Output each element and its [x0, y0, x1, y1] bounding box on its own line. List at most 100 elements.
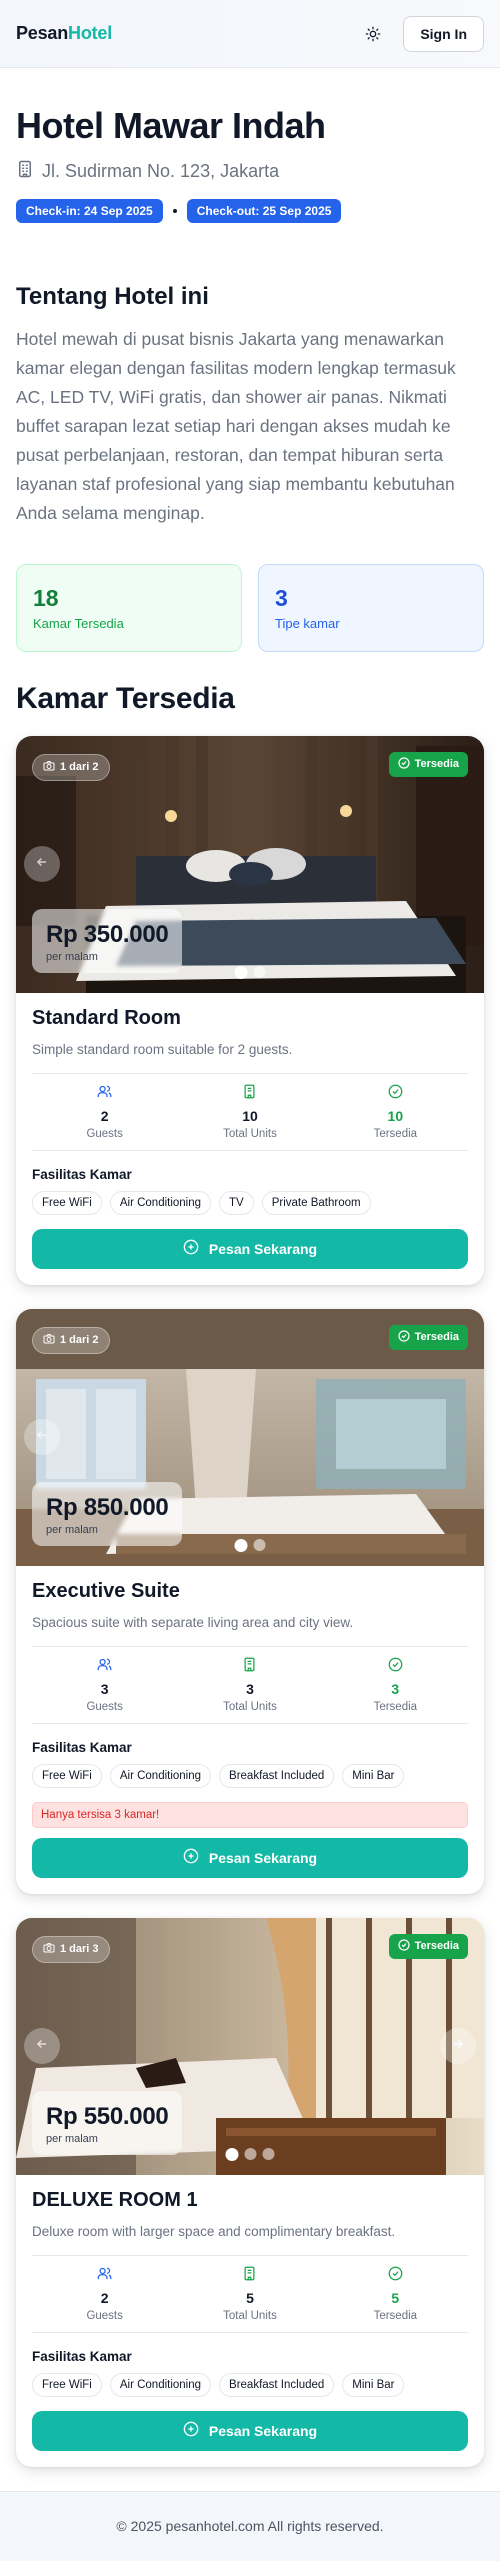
- image-counter-text: 1 dari 3: [60, 1943, 99, 1956]
- room-image-carousel[interactable]: 1 dari 2 Tersedia Rp 350.000 per malam: [16, 735, 484, 993]
- guests-value: 2: [100, 2289, 109, 2306]
- availability-text: Tersedia: [414, 1940, 459, 1953]
- book-now-button[interactable]: Pesan Sekarang: [32, 1228, 468, 1269]
- available-label: Tersedia: [373, 1700, 418, 1713]
- facilities-list: Free WiFi Air Conditioning Breakfast Inc…: [32, 1763, 468, 1788]
- image-counter-text: 1 dari 2: [60, 1334, 99, 1347]
- room-stats: 2 Guests 5 Total Units 5 Tersedia: [32, 2254, 468, 2333]
- facility-chip: TV: [219, 1190, 254, 1215]
- room-price: Rp 550.000: [46, 2102, 169, 2130]
- plus-circle-icon: [183, 2421, 199, 2440]
- price-unit: per malam: [46, 950, 98, 963]
- carousel-dot[interactable]: [225, 2147, 239, 2161]
- image-counter-text: 1 dari 2: [60, 761, 99, 774]
- carousel-prev-button[interactable]: [24, 2028, 60, 2065]
- units-stat: 10 Total Units: [177, 1084, 322, 1140]
- available-value: 10: [387, 1107, 404, 1124]
- site-logo[interactable]: PesanHotel: [16, 23, 112, 44]
- building-icon: [16, 160, 34, 183]
- users-icon: [97, 1657, 112, 1677]
- room-details: DELUXE ROOM 1 Deluxe room with larger sp…: [16, 2175, 484, 2467]
- availability-badge: Tersedia: [388, 1324, 468, 1350]
- plus-circle-icon: [183, 1848, 199, 1867]
- carousel-dot[interactable]: [244, 2147, 257, 2160]
- units-value: 3: [246, 1680, 254, 1697]
- available-rooms-count: 18: [33, 584, 59, 611]
- sun-icon[interactable]: [363, 24, 383, 44]
- carousel-prev-button[interactable]: [24, 846, 60, 883]
- room-card: 1 dari 2 Tersedia Rp 350.000 per malam S…: [16, 735, 484, 1285]
- hotel-stats: 18 Kamar Tersedia 3 Tipe kamar: [0, 528, 500, 652]
- facilities-title: Fasilitas Kamar: [32, 2348, 132, 2364]
- carousel-dots: [234, 1538, 266, 1552]
- arrow-left-icon: [35, 1428, 49, 1447]
- book-now-button[interactable]: Pesan Sekarang: [32, 1837, 468, 1878]
- hotel-hero: Hotel Mawar Indah Jl. Sudirman No. 123, …: [0, 68, 500, 223]
- hotel-address: Jl. Sudirman No. 123, Jakarta: [16, 160, 484, 183]
- room-list: 1 dari 2 Tersedia Rp 350.000 per malam S…: [0, 716, 500, 2467]
- facility-chip: Air Conditioning: [109, 1763, 212, 1788]
- units-stat: 3 Total Units: [177, 1657, 322, 1713]
- room-price: Rp 850.000: [46, 1493, 169, 1521]
- building-icon: [242, 2266, 257, 2286]
- address-text: Jl. Sudirman No. 123, Jakarta: [42, 160, 280, 181]
- sign-in-button[interactable]: Sign In: [403, 15, 484, 52]
- carousel-dot[interactable]: [234, 1538, 248, 1552]
- available-rooms-card: 18 Kamar Tersedia: [16, 563, 242, 652]
- price-box: Rp 850.000 per malam: [32, 1481, 183, 1546]
- availability-badge: Tersedia: [388, 1933, 468, 1959]
- room-image-carousel[interactable]: 1 dari 3 Tersedia Rp 550.000 per malam: [16, 1917, 484, 2175]
- carousel-prev-button[interactable]: [24, 1419, 60, 1456]
- facility-chip: Free WiFi: [32, 2372, 102, 2397]
- logo-text-accent: Hotel: [68, 23, 113, 43]
- site-header: PesanHotel Sign In: [0, 0, 500, 68]
- carousel-next-button[interactable]: [440, 2028, 476, 2065]
- carousel-dot[interactable]: [234, 965, 248, 979]
- carousel-dot[interactable]: [262, 2147, 275, 2160]
- users-icon: [97, 2266, 112, 2286]
- about-text: Hotel mewah di pusat bisnis Jakarta yang…: [16, 328, 456, 523]
- footer-copyright: © 2025 pesanhotel.com All rights reserve…: [116, 2518, 384, 2535]
- carousel-dot[interactable]: [253, 1538, 266, 1551]
- available-value: 5: [391, 2289, 400, 2306]
- camera-icon: [43, 760, 55, 775]
- room-details: Standard Room Simple standard room suita…: [16, 993, 484, 1285]
- guests-stat: 2 Guests: [32, 1084, 177, 1140]
- room-card: 1 dari 2 Tersedia Rp 850.000 per malam E…: [16, 1308, 484, 1894]
- room-image-carousel[interactable]: 1 dari 2 Tersedia Rp 850.000 per malam: [16, 1308, 484, 1566]
- check-circle-icon: [397, 756, 410, 772]
- stay-dates: Check-in: 24 Sep 2025 Check-out: 25 Sep …: [16, 198, 484, 223]
- room-name: Standard Room: [32, 1006, 181, 1029]
- arrow-left-icon: [35, 855, 49, 874]
- units-label: Total Units: [223, 1127, 277, 1140]
- units-value: 10: [242, 1107, 258, 1124]
- image-counter: 1 dari 2: [32, 753, 110, 781]
- facility-chip: Free WiFi: [32, 1190, 102, 1215]
- facility-chip: Private Bathroom: [261, 1190, 371, 1215]
- guests-value: 3: [100, 1680, 109, 1697]
- room-name: DELUXE ROOM 1: [32, 2188, 198, 2211]
- facility-chip: Breakfast Included: [219, 2372, 335, 2397]
- arrow-left-icon: [35, 2037, 49, 2056]
- facility-chip: Mini Bar: [342, 2372, 405, 2397]
- rooms-title: Kamar Tersedia: [16, 681, 235, 715]
- available-stat: 3 Tersedia: [323, 1657, 468, 1713]
- check-circle-icon: [388, 1084, 403, 1104]
- available-rooms-label: Kamar Tersedia: [33, 615, 124, 631]
- room-price: Rp 350.000: [46, 920, 169, 948]
- book-now-label: Pesan Sekarang: [208, 1240, 318, 1257]
- units-label: Total Units: [223, 2309, 277, 2322]
- checkin-badge: Check-in: 24 Sep 2025: [16, 198, 163, 223]
- date-separator: [172, 208, 177, 213]
- carousel-dot[interactable]: [253, 965, 266, 978]
- facility-chip: Air Conditioning: [109, 1190, 212, 1215]
- facility-chip: Breakfast Included: [219, 1763, 335, 1788]
- room-card: 1 dari 3 Tersedia Rp 550.000 per malam D…: [16, 1917, 484, 2467]
- guests-stat: 2 Guests: [32, 2266, 177, 2322]
- book-now-button[interactable]: Pesan Sekarang: [32, 2410, 468, 2451]
- room-description: Spacious suite with separate living area…: [32, 1614, 354, 1630]
- plus-circle-icon: [183, 1239, 199, 1258]
- facilities-title: Fasilitas Kamar: [32, 1166, 132, 1182]
- room-types-card: 3 Tipe kamar: [258, 563, 484, 652]
- price-box: Rp 550.000 per malam: [32, 2090, 183, 2155]
